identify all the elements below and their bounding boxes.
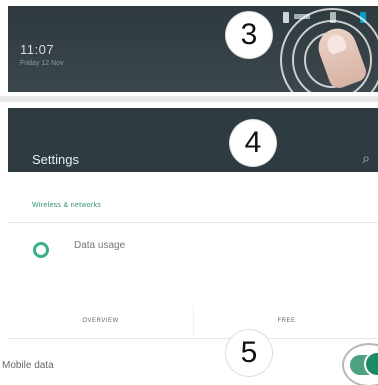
settings-panel: Settings ⌕ Wireless & networks Data usag… [0, 102, 378, 298]
data-usage-panel: OVERVIEW FREE Mobile data 5 [0, 298, 378, 385]
finger-nail [324, 32, 348, 56]
tabs-divider [8, 338, 378, 339]
clock-date: Friday 12 Nov [20, 60, 64, 67]
status-indicator-icon [283, 12, 289, 23]
clock-time: 11:07 [20, 42, 55, 57]
settings-row-data-usage[interactable]: Data usage [8, 234, 378, 274]
tab-overview[interactable]: OVERVIEW [8, 306, 193, 336]
search-icon[interactable]: ⌕ [362, 150, 370, 167]
settings-divider [8, 222, 378, 223]
settings-row-label: Data usage [74, 240, 126, 251]
settings-screen: Settings ⌕ Wireless & networks Data usag… [8, 108, 378, 294]
step-5-badge: 5 [226, 330, 272, 376]
step-4-badge: 4 [230, 120, 276, 166]
section-wireless-networks: Wireless & networks [32, 202, 102, 209]
step-3-badge: 3 [226, 12, 272, 58]
mobile-data-label: Mobile data [2, 360, 54, 371]
settings-appbar: Settings ⌕ [8, 108, 378, 172]
notification-shade-panel: 11:07 Friday 12 Nov 3 [0, 0, 378, 96]
tab-free[interactable]: FREE [193, 306, 378, 336]
settings-title: Settings [32, 152, 79, 167]
tabs-bar: OVERVIEW FREE [8, 306, 378, 336]
data-usage-icon [33, 242, 49, 258]
